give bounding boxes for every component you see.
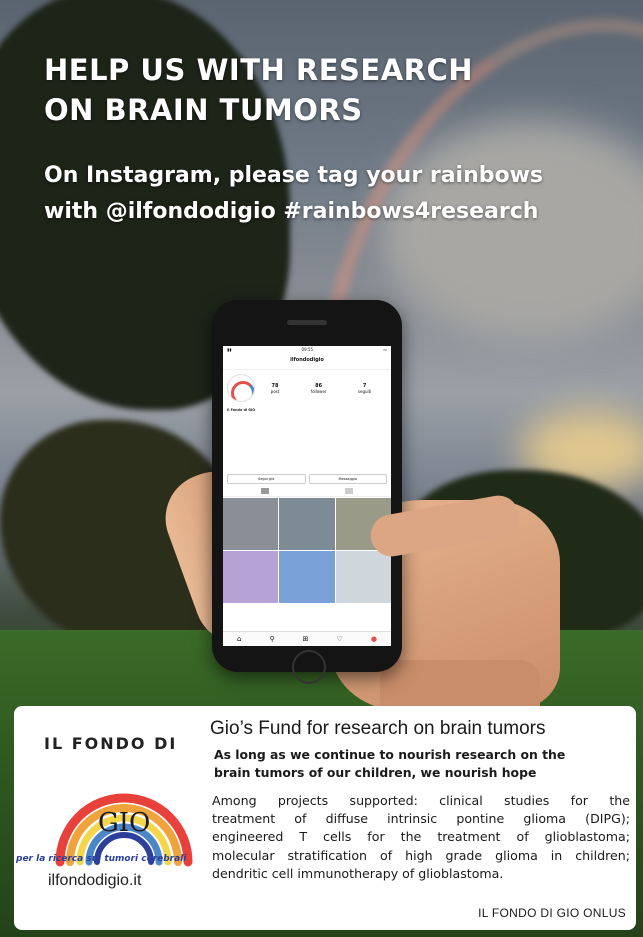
follow-button[interactable]: Segui già: [227, 474, 306, 484]
instagram-call-to-action: On Instagram, please tag your rainbows w…: [44, 158, 543, 230]
organization-name: IL FONDO DI GIO ONLUS: [478, 906, 626, 920]
stat-following[interactable]: 7 seguiti: [358, 383, 371, 394]
profile-summary: 78 post 86 follower 7 seguiti: [223, 370, 391, 406]
signal-icon: ▮▮: [227, 347, 232, 352]
smartphone: ▮▮ 09:55 ▭ ilfondodigio 78 post 86 followe…: [212, 300, 402, 684]
profile-header: ilfondodigio: [223, 357, 391, 370]
subline-line: On Instagram, please tag your rainbows: [44, 163, 544, 188]
heart-icon[interactable]: ♡: [337, 635, 343, 643]
projects-description: Among projects supported: clinical studi…: [212, 792, 630, 883]
hope-line: brain tumors of our children, we nourish…: [214, 765, 537, 780]
hope-statement: As long as we continue to nourish resear…: [214, 746, 565, 782]
profile-stats: 78 post 86 follower 7 seguiti: [255, 383, 387, 394]
bottom-nav: ⌂ ⚲ ⊞ ♡ ●: [223, 631, 391, 646]
profile-bio: Il Fondo di GIO: [223, 406, 391, 472]
stat-posts[interactable]: 78 post: [271, 383, 280, 394]
profile-actions: Segui già Messaggio: [223, 472, 391, 486]
home-button[interactable]: [292, 650, 326, 684]
subline-line: with @ilfondodigio #rainbows4research: [44, 199, 539, 224]
profile-tabs: [223, 486, 391, 497]
body-line: dendritic cell immunotherapy of glioblas…: [212, 865, 504, 881]
phone-speaker: [287, 320, 327, 325]
bio-name: Il Fondo di GIO: [227, 408, 256, 412]
profile-icon[interactable]: ●: [371, 635, 377, 643]
body-line: molecular stratification of high grade g…: [212, 847, 630, 863]
instagram-screen: ▮▮ 09:55 ▭ ilfondodigio 78 post 86 followe…: [223, 346, 391, 646]
home-icon[interactable]: ⌂: [237, 635, 241, 643]
tagged-tab-icon[interactable]: [345, 488, 353, 494]
headline-line: ON BRAIN TUMORS: [44, 93, 363, 127]
grid-photo[interactable]: [223, 551, 279, 603]
battery-icon: ▭: [383, 347, 387, 352]
headline-line: HELP US WITH RESEARCH: [44, 53, 474, 87]
status-time: 09:55: [301, 347, 314, 352]
body-line: Among projects supported: clinical studi…: [212, 793, 630, 808]
grid-photo[interactable]: [335, 551, 391, 603]
message-button[interactable]: Messaggio: [308, 474, 387, 484]
stat-followers[interactable]: 86 follower: [311, 383, 327, 394]
logo-title: IL FONDO DI: [44, 734, 178, 753]
photo-grid: [223, 497, 391, 604]
logo-gio: GIO: [98, 808, 151, 838]
logo-tagline: per la ricerca sui tumori cerebrali: [16, 854, 187, 864]
grid-photo[interactable]: [279, 551, 335, 603]
search-icon[interactable]: ⚲: [269, 635, 274, 643]
add-icon[interactable]: ⊞: [303, 635, 309, 643]
grid-photo[interactable]: [279, 498, 335, 550]
body-line: treatment of diffuse intrinsic pontine g…: [212, 811, 630, 827]
body-line: engineered T cells for the treatment of …: [212, 829, 630, 845]
website-link[interactable]: ilfondodigio.it: [48, 872, 141, 890]
info-card: IL FONDO DI GIO per la ricerca sui tumor…: [14, 706, 636, 930]
poster: HELP US WITH RESEARCH ON BRAIN TUMORS On…: [0, 0, 643, 937]
headline: HELP US WITH RESEARCH ON BRAIN TUMORS: [44, 50, 473, 130]
grid-tab-icon[interactable]: [261, 488, 269, 494]
card-title: Gio’s Fund for research on brain tumors: [210, 718, 546, 739]
avatar[interactable]: [227, 374, 255, 402]
logo: IL FONDO DI GIO per la ricerca sui tumor…: [14, 706, 214, 930]
hope-line: As long as we continue to nourish resear…: [214, 747, 566, 762]
status-bar: ▮▮ 09:55 ▭: [223, 346, 391, 357]
grid-photo[interactable]: [223, 498, 279, 550]
